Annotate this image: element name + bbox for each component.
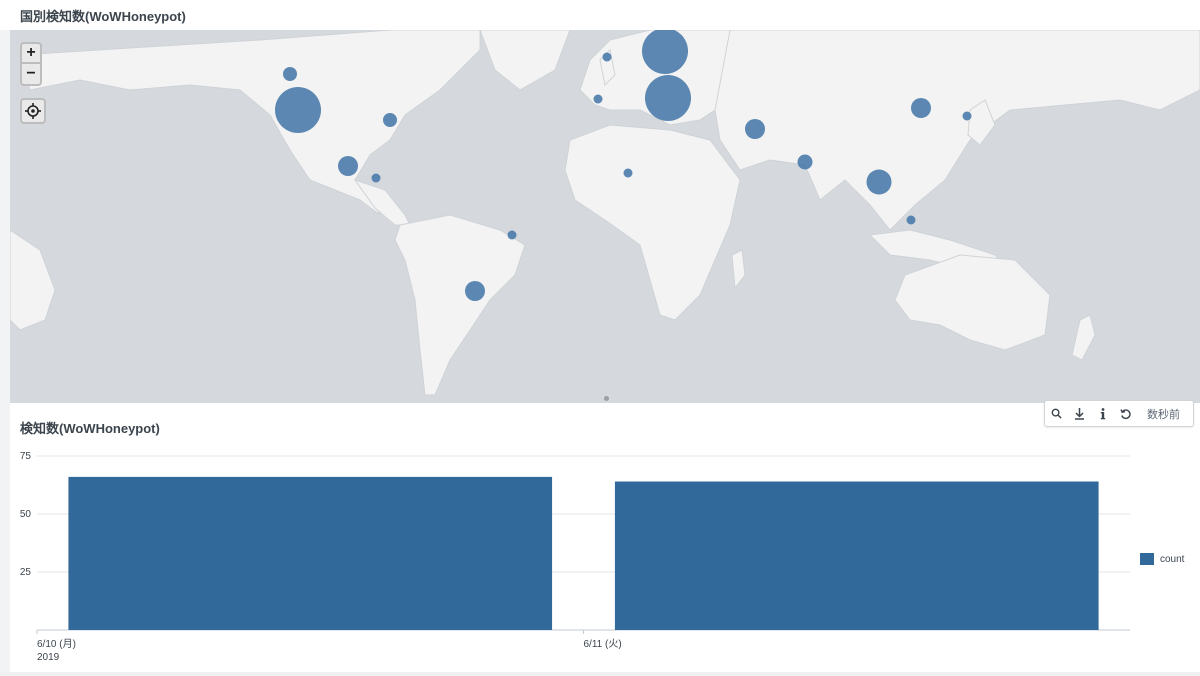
refresh-button[interactable] xyxy=(1114,401,1137,426)
zoom-out-label: − xyxy=(26,65,36,82)
info-button[interactable] xyxy=(1091,401,1114,426)
marker-turkey xyxy=(645,75,691,121)
marker-vietnam xyxy=(866,169,892,195)
bottom-margin xyxy=(0,672,1200,676)
legend-swatch-count xyxy=(1140,553,1154,565)
zoom-out-button[interactable]: − xyxy=(20,64,42,86)
landmass-south-america xyxy=(394,214,526,396)
marker-india xyxy=(797,154,813,170)
x-tick-label-1: 6/11 (火) xyxy=(584,638,622,650)
search-icon xyxy=(1051,408,1062,419)
marker-japan xyxy=(962,111,972,121)
marker-china xyxy=(911,98,931,118)
landmass-greenland xyxy=(479,30,571,91)
info-icon xyxy=(1100,407,1105,419)
marker-usa-east xyxy=(383,113,397,127)
marker-russia-west xyxy=(642,30,688,74)
bar-chart: 25 50 75 6/10 (月) 6/11 (火) 2019 xyxy=(20,451,1130,663)
download-button[interactable] xyxy=(1068,401,1091,426)
chart-legend[interactable]: count xyxy=(1140,553,1184,565)
landmass-asia xyxy=(714,30,1200,231)
y-tick-label-75: 75 xyxy=(20,451,32,462)
y-tick-label-50: 50 xyxy=(20,509,32,520)
y-tick-label-25: 25 xyxy=(20,567,32,578)
world-map[interactable]: + − xyxy=(10,30,1200,403)
bar-1 xyxy=(614,481,1099,630)
landmass-north-america xyxy=(19,30,481,216)
world-map-canvas[interactable] xyxy=(10,30,1200,403)
x-tick-label-0: 6/10 (月) xyxy=(37,638,76,650)
marker-uk xyxy=(602,52,612,62)
landmass-alaska xyxy=(10,229,56,331)
marker-usa-west xyxy=(275,87,321,133)
marker-iran xyxy=(745,119,765,139)
search-button[interactable] xyxy=(1045,401,1068,426)
marker-canada xyxy=(283,67,297,81)
zoom-in-label: + xyxy=(26,44,36,61)
crosshair-icon xyxy=(25,103,41,119)
marker-indonesia xyxy=(906,215,916,225)
panel-resize-handle[interactable] xyxy=(604,396,609,401)
marker-central-america xyxy=(371,173,381,183)
map-panel-title: 国別検知数(WoWHoneypot) xyxy=(20,9,186,24)
zoom-in-button[interactable]: + xyxy=(20,42,42,64)
landmass-australia xyxy=(894,254,1051,351)
marker-mexico xyxy=(338,156,358,176)
chart-panel-title: 検知数(WoWHoneypot) xyxy=(20,421,160,436)
landmass-madagascar xyxy=(731,249,746,290)
marker-brazil-ne xyxy=(507,230,517,240)
landmass-africa xyxy=(564,124,741,321)
bar-0 xyxy=(68,476,553,630)
marker-nigeria xyxy=(623,168,633,178)
x-tick-year-label: 2019 xyxy=(37,652,60,663)
legend-label-count: count xyxy=(1160,553,1185,565)
locate-button[interactable] xyxy=(20,98,46,124)
refresh-icon xyxy=(1119,408,1131,419)
panel-toolbar: 数秒前 xyxy=(1044,400,1194,427)
download-icon xyxy=(1075,407,1084,420)
marker-brazil-se xyxy=(465,281,485,301)
landmass-new-zealand xyxy=(1071,314,1096,361)
marker-spain xyxy=(593,94,603,104)
last-updated-text: 数秒前 xyxy=(1147,408,1180,421)
